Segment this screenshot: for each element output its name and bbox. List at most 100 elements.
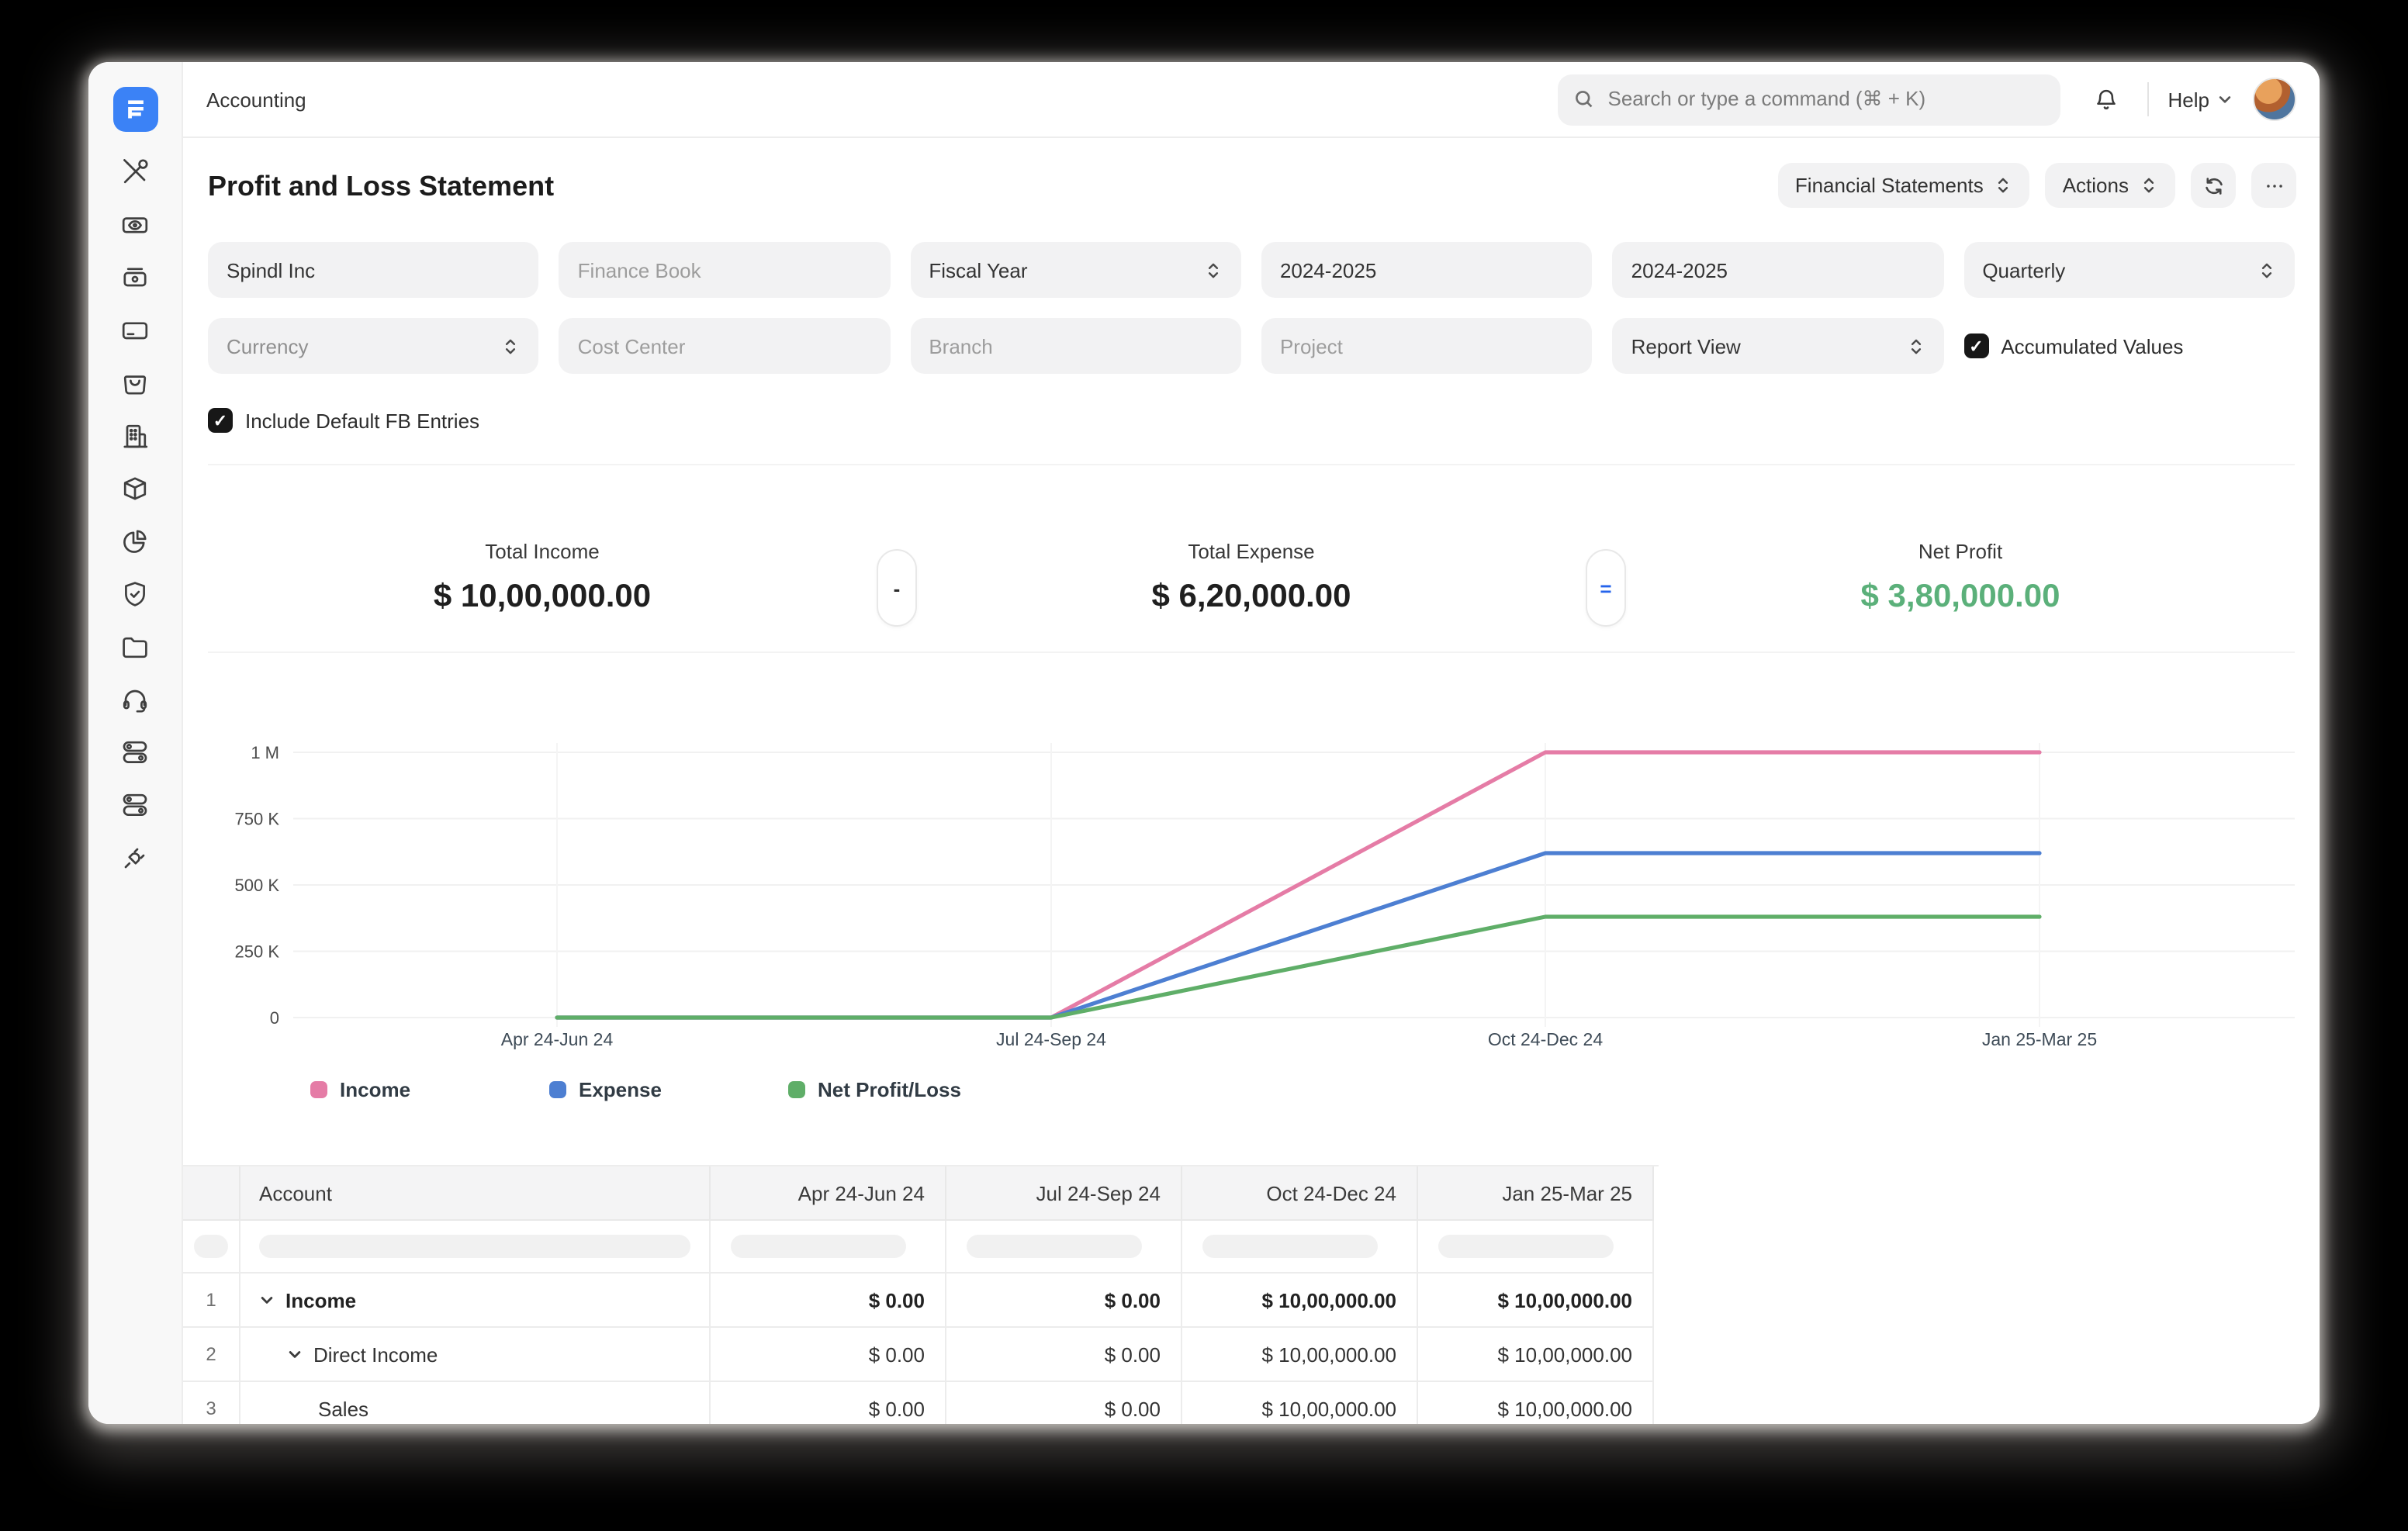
- value-cell: $ 10,00,000.00: [1418, 1274, 1654, 1328]
- sidebar-item-analytics[interactable]: [119, 526, 150, 557]
- sidebar-item-building[interactable]: [119, 420, 150, 451]
- topbar-divider: [2148, 82, 2150, 116]
- periodicity-select[interactable]: Quarterly: [1963, 242, 2295, 298]
- svg-text:Jul 24-Sep 24: Jul 24-Sep 24: [996, 1029, 1106, 1049]
- sidebar-item-tools[interactable]: [119, 157, 150, 188]
- table-filter-input[interactable]: [259, 1235, 690, 1258]
- svg-text:Jan 25-Mar 25: Jan 25-Mar 25: [1982, 1029, 2097, 1049]
- table-filter-input[interactable]: [1202, 1235, 1378, 1258]
- sidebar-item-preferences[interactable]: [119, 790, 150, 821]
- refresh-button[interactable]: [2191, 163, 2236, 208]
- sidebar-item-banknote[interactable]: [119, 209, 150, 240]
- summary-label: Total Income: [208, 540, 877, 563]
- summary-value: $ 10,00,000.00: [208, 579, 877, 616]
- period-basis-select[interactable]: Fiscal Year: [910, 242, 1241, 298]
- account-cell[interactable]: Income: [240, 1274, 711, 1328]
- filters-row-2: Currency Report View Accumulated Values: [183, 318, 2320, 374]
- summary-net-profit: Net Profit $ 3,80,000.00: [1626, 540, 2295, 616]
- sidebar: [88, 62, 183, 1424]
- row-number: 2: [183, 1328, 240, 1382]
- credit-card-icon: [119, 315, 150, 346]
- sidebar-item-stock[interactable]: [119, 473, 150, 504]
- app-logo[interactable]: [112, 87, 157, 132]
- row-number: 3: [183, 1382, 240, 1424]
- project-filter[interactable]: [1261, 318, 1593, 374]
- accumulated-values-label: Accumulated Values: [2001, 334, 2183, 358]
- accumulated-values-checkbox[interactable]: Accumulated Values: [1963, 318, 2295, 374]
- include-default-fb-row: Include Default FB Entries: [183, 408, 2320, 433]
- account-cell[interactable]: Sales: [240, 1382, 711, 1424]
- toggles-icon: [119, 737, 150, 768]
- search-icon: [1574, 88, 1596, 110]
- column-header-q4[interactable]: Jan 25-Mar 25: [1418, 1166, 1654, 1221]
- filter-cell: [183, 1221, 240, 1274]
- account-name: Direct Income: [313, 1343, 438, 1366]
- workspace-breadcrumb: Accounting: [206, 88, 306, 111]
- global-search[interactable]: Search or type a command (⌘ + K): [1559, 74, 2061, 125]
- row-number-header: [183, 1166, 240, 1221]
- filter-cell: [240, 1221, 711, 1274]
- collapse-chevron-icon[interactable]: [259, 1292, 275, 1308]
- banknote-icon: [119, 209, 150, 240]
- notifications-button[interactable]: [2083, 76, 2129, 123]
- table-filter-input[interactable]: [967, 1235, 1142, 1258]
- column-header-q2[interactable]: Jul 24-Sep 24: [946, 1166, 1182, 1221]
- equals-operator-badge: =: [1586, 549, 1626, 627]
- cash-box-icon: [119, 262, 150, 293]
- account-cell-inner: Income: [259, 1288, 356, 1312]
- expense-swatch-icon: [549, 1081, 566, 1098]
- account-cell[interactable]: Direct Income: [240, 1328, 711, 1382]
- filter-cell: [1418, 1221, 1654, 1274]
- to-fiscal-year-filter[interactable]: [1613, 242, 1944, 298]
- legend-label: Income: [340, 1078, 410, 1101]
- report-group-dropdown[interactable]: Financial Statements: [1778, 163, 2030, 208]
- table-filter-input[interactable]: [1438, 1235, 1614, 1258]
- column-header-account[interactable]: Account: [240, 1166, 711, 1221]
- filter-cell: [946, 1221, 1182, 1274]
- legend-item-net-profit-loss: Net Profit/Loss: [788, 1078, 1027, 1101]
- app-window: Accounting Search or type a command (⌘ +…: [88, 62, 2320, 1424]
- help-menu[interactable]: Help: [2168, 88, 2233, 111]
- report-view-select[interactable]: Report View: [1613, 318, 1944, 374]
- value-cell: $ 0.00: [946, 1382, 1182, 1424]
- column-header-q1[interactable]: Apr 24-Jun 24: [711, 1166, 946, 1221]
- table-filter-input[interactable]: [194, 1235, 228, 1258]
- currency-value: Currency: [227, 334, 309, 358]
- account-name: Sales: [318, 1397, 368, 1420]
- from-fiscal-year-filter[interactable]: [1261, 242, 1593, 298]
- include-default-fb-checkbox[interactable]: Include Default FB Entries: [208, 408, 2295, 433]
- sidebar-item-support[interactable]: [119, 684, 150, 715]
- sidebar-item-settings[interactable]: [119, 737, 150, 768]
- sidebar-item-integrations[interactable]: [119, 842, 150, 873]
- sidebar-item-quality[interactable]: [119, 579, 150, 610]
- summary-label: Net Profit: [1626, 540, 2295, 563]
- branch-filter[interactable]: [910, 318, 1241, 374]
- cost-center-filter[interactable]: [559, 318, 891, 374]
- checkbox-checked-icon: [1963, 334, 1988, 358]
- actions-dropdown[interactable]: Actions: [2046, 163, 2175, 208]
- report-summary: Total Income $ 10,00,000.00 - Total Expe…: [208, 464, 2295, 653]
- sidebar-item-cash-box[interactable]: [119, 262, 150, 293]
- column-header-q3[interactable]: Oct 24-Dec 24: [1182, 1166, 1418, 1221]
- sidebar-item-credit-card[interactable]: [119, 315, 150, 346]
- currency-select[interactable]: Currency: [208, 318, 539, 374]
- svg-text:Apr 24-Jun 24: Apr 24-Jun 24: [501, 1029, 614, 1049]
- value-cell: $ 10,00,000.00: [1182, 1328, 1418, 1382]
- user-avatar[interactable]: [2253, 78, 2296, 121]
- finance-book-filter[interactable]: [559, 242, 891, 298]
- frappe-logo-icon: [122, 96, 148, 123]
- table-row-direct-income: 2 Direct Income $ 0.00 $ 0.00 $ 10,00,00…: [183, 1328, 1659, 1382]
- svg-text:1 M: 1 M: [251, 743, 279, 762]
- plug-icon: [119, 842, 150, 873]
- company-filter[interactable]: [208, 242, 539, 298]
- table-row-income: 1 Income $ 0.00 $ 0.00 $ 10,00,000.00 $ …: [183, 1274, 1659, 1328]
- sidebar-item-shopping-bag[interactable]: [119, 368, 150, 399]
- svg-text:500 K: 500 K: [235, 876, 280, 895]
- table-filter-input[interactable]: [731, 1235, 906, 1258]
- sidebar-item-files[interactable]: [119, 631, 150, 662]
- menu-ellipsis-button[interactable]: [2251, 163, 2296, 208]
- collapse-chevron-icon[interactable]: [287, 1346, 303, 1362]
- summary-label: Total Expense: [917, 540, 1586, 563]
- legend-label: Expense: [579, 1078, 662, 1101]
- pl-line-chart: 0250 K500 K750 K1 MApr 24-Jun 24Jul 24-S…: [183, 684, 2320, 1101]
